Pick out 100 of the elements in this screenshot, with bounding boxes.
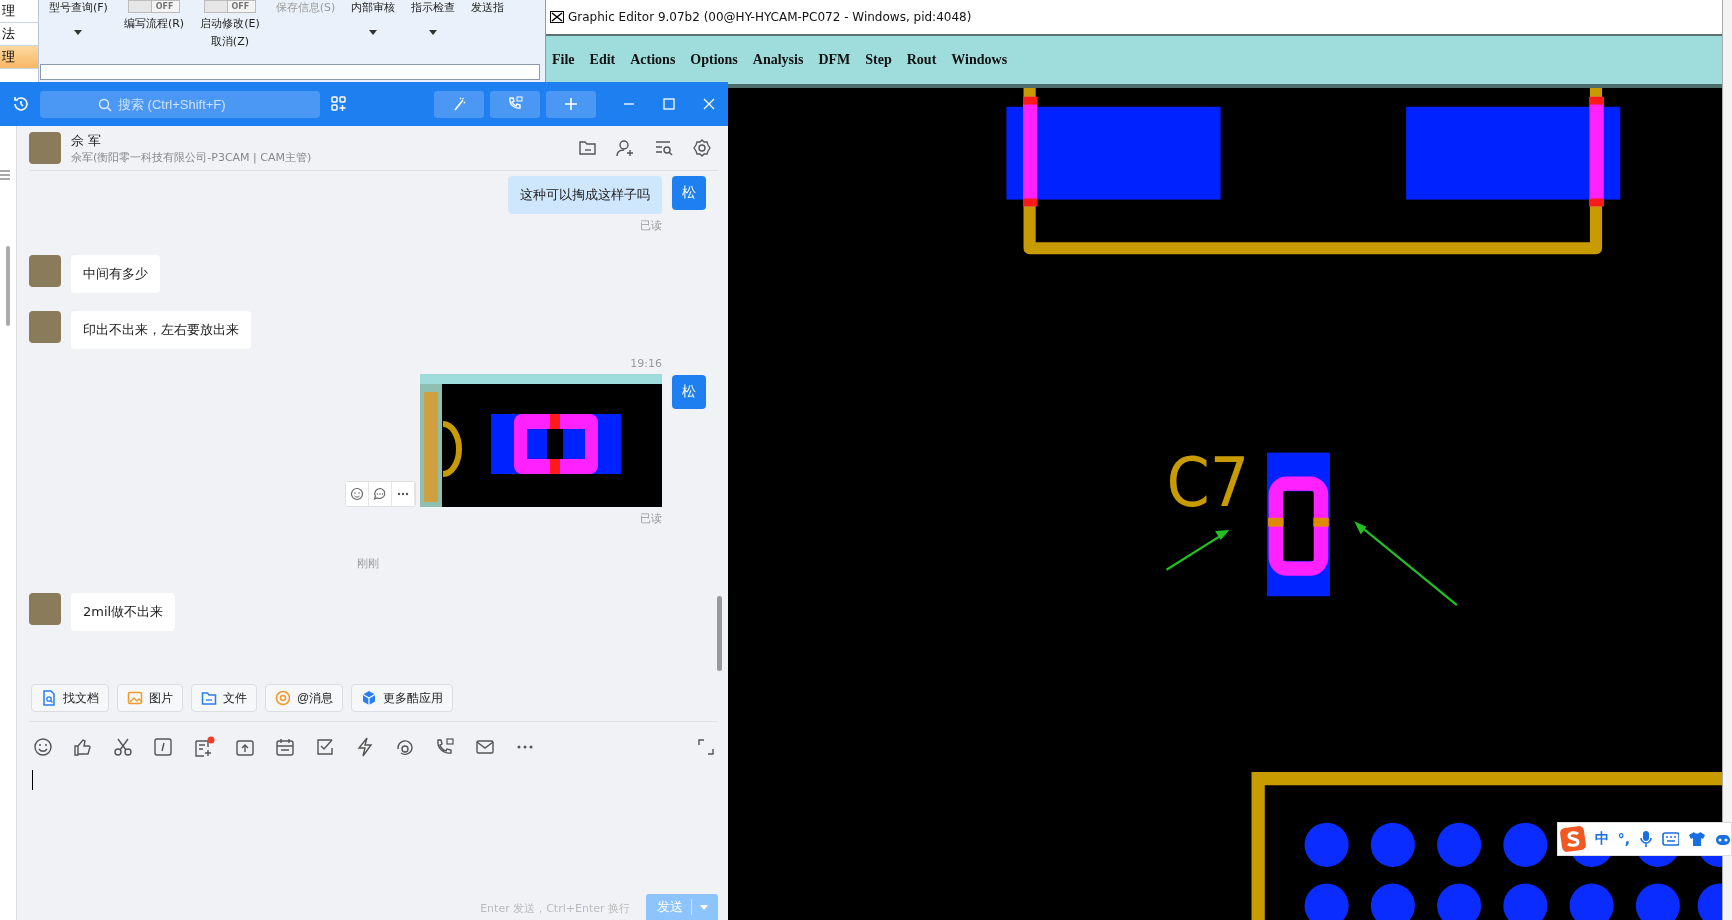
lightning-icon[interactable] xyxy=(355,737,375,757)
ribbon-button[interactable]: 发送指 xyxy=(471,0,505,15)
window-title: Graphic Editor 9.07b2 (00@HY-HYCAM-PC072 - Windows, pid:4048) xyxy=(568,10,972,24)
menu-item[interactable]: File xyxy=(552,52,575,68)
scrollbar[interactable] xyxy=(6,246,10,326)
read-status: 已读 xyxy=(640,218,662,233)
round-pad xyxy=(1569,883,1614,920)
menu-item[interactable]: Actions xyxy=(630,52,676,68)
time-divider: 刚刚 xyxy=(356,556,379,571)
message-bubble: 中间有多少 xyxy=(71,255,160,293)
menu-item[interactable]: Windows xyxy=(951,52,1008,68)
round-pad xyxy=(1304,883,1349,920)
message-bubble: 这种可以掏成这样子吗 xyxy=(508,176,662,214)
add-button[interactable] xyxy=(546,90,596,118)
apps-icon[interactable] xyxy=(330,95,348,113)
ime-mode[interactable]: 中 xyxy=(1594,830,1609,848)
quick-action-button[interactable]: @消息 xyxy=(265,684,344,712)
round-pad xyxy=(1635,883,1680,920)
menu-item[interactable]: Edit xyxy=(589,52,616,68)
avatar-image xyxy=(29,132,61,164)
caret-icon xyxy=(74,30,83,35)
at-sign-icon xyxy=(275,690,291,706)
ribbon-button[interactable]: 启动修改(E) xyxy=(200,16,260,31)
quick-action-button[interactable]: 图片 xyxy=(117,684,183,712)
wand-icon xyxy=(451,96,467,112)
plus-icon xyxy=(563,96,579,112)
menu-item[interactable]: Step xyxy=(865,52,892,68)
scissors-icon[interactable] xyxy=(113,737,133,757)
shirt-icon[interactable] xyxy=(1688,831,1707,847)
expand-icon[interactable] xyxy=(698,739,714,755)
emoji-icon xyxy=(350,487,364,501)
emoji-icon[interactable] xyxy=(33,737,53,757)
message-bubble: 2mil做不出来 xyxy=(71,593,176,631)
note-add-icon[interactable] xyxy=(193,736,215,758)
robot-icon[interactable] xyxy=(1715,832,1731,846)
menu-item[interactable]: Rout xyxy=(906,52,937,68)
search-list-icon[interactable] xyxy=(654,139,674,157)
slash-box-icon[interactable] xyxy=(153,737,173,757)
quick-action-button[interactable]: 文件 xyxy=(191,684,257,712)
message-bubble: 印出不出来，左右要放出来 xyxy=(71,311,251,349)
caret-icon xyxy=(369,30,378,35)
message-time: 19:16 xyxy=(630,357,662,370)
menu-item[interactable]: Analysis xyxy=(752,52,804,68)
keyboard-icon[interactable] xyxy=(1661,832,1680,846)
menu-item[interactable]: Options xyxy=(690,52,738,68)
microphone-icon[interactable] xyxy=(1638,830,1653,848)
cube-icon xyxy=(361,690,378,706)
sidebar-item[interactable]: 理 xyxy=(0,46,38,69)
add-user-icon[interactable] xyxy=(616,139,636,157)
input-field[interactable] xyxy=(40,64,540,80)
sidebar-item[interactable]: 理 xyxy=(0,0,38,23)
round-pad xyxy=(1304,822,1349,867)
menu-item[interactable]: DFM xyxy=(818,52,851,68)
read-status: 已读 xyxy=(640,511,662,526)
ribbon-button[interactable]: 型号查询(F) xyxy=(49,0,108,15)
checkbox-icon[interactable] xyxy=(315,737,335,757)
envelope-icon[interactable] xyxy=(475,737,495,757)
upload-icon[interactable] xyxy=(235,737,255,757)
contact-name: 佘 军 xyxy=(71,131,103,150)
ribbon-button[interactable]: 编写流程(R) xyxy=(123,16,185,31)
app-icon xyxy=(550,11,564,23)
thumbs-up-icon[interactable] xyxy=(73,737,93,757)
contact-subtitle: 佘军(衡阳零一科技有限公司-P3CAM | CAM主管) xyxy=(71,149,312,165)
round-pad xyxy=(1697,883,1723,920)
ribbon-button[interactable]: 指示检查 xyxy=(411,0,456,15)
round-pad xyxy=(1503,822,1548,867)
ribbon-button[interactable]: 内部审核 xyxy=(351,0,396,15)
calendar-icon[interactable] xyxy=(275,737,295,757)
folder-icon[interactable] xyxy=(578,139,598,157)
toggle-switch[interactable]: OFF xyxy=(127,0,181,13)
reaction-button[interactable] xyxy=(346,482,369,506)
phone-ring-icon[interactable] xyxy=(395,737,415,757)
ime-logo-icon[interactable] xyxy=(1560,826,1586,852)
avatar-image xyxy=(29,593,61,625)
folder-icon xyxy=(201,690,217,706)
image-icon xyxy=(127,690,143,706)
history-icon[interactable] xyxy=(12,95,30,113)
search-field[interactable]: 搜索 (Ctrl+Shift+F) xyxy=(40,90,320,118)
avatar: 松 xyxy=(672,176,706,210)
phone-icon xyxy=(507,96,523,112)
component-label: C7 xyxy=(1166,441,1258,522)
round-pad xyxy=(1437,822,1482,867)
scrollbar[interactable] xyxy=(717,596,722,671)
ribbon-button[interactable]: 取消(Z) xyxy=(210,34,249,49)
call-button[interactable] xyxy=(490,90,540,118)
round-pad xyxy=(1370,822,1415,867)
avatar: 松 xyxy=(672,375,706,409)
toggle-switch[interactable]: OFF xyxy=(203,0,257,13)
quick-action-button[interactable]: 更多酷应用 xyxy=(351,684,454,712)
maximize-icon[interactable] xyxy=(662,97,676,111)
close-icon[interactable] xyxy=(702,97,716,111)
comment-icon xyxy=(373,487,387,501)
quick-action-button[interactable]: 找文档 xyxy=(31,684,109,712)
settings-icon[interactable] xyxy=(692,139,712,157)
document-search-icon xyxy=(41,690,57,706)
round-pad xyxy=(1370,883,1415,920)
ime-punctuation[interactable]: °, xyxy=(1617,831,1630,847)
arrow xyxy=(1165,529,1230,571)
screenshot-thumbnail-drawing[interactable] xyxy=(420,374,662,507)
phone-screen-icon[interactable] xyxy=(435,737,455,757)
